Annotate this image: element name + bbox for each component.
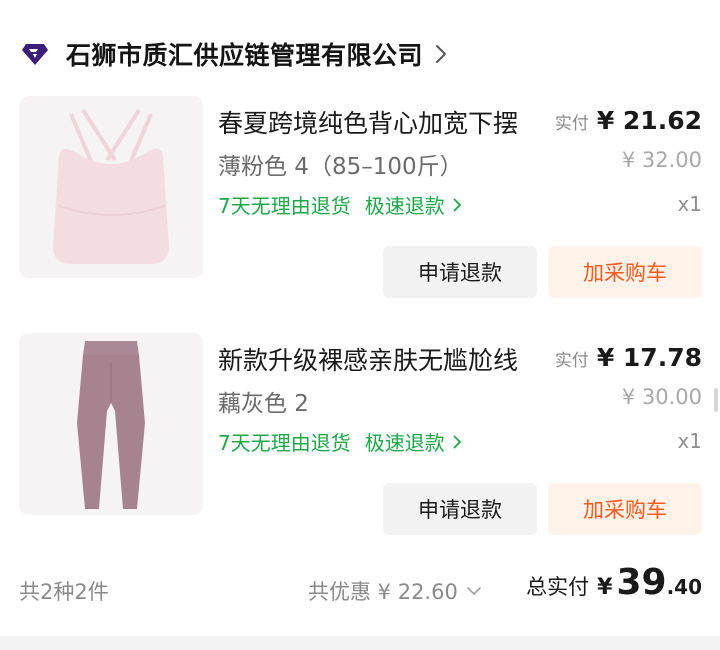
product-spec: 藕灰色 2 bbox=[218, 391, 309, 417]
paid-price: 实付 ¥ 21.62 bbox=[555, 106, 702, 135]
quantity: x1 bbox=[677, 192, 702, 216]
shop-header[interactable]: 石狮市质汇供应链管理有限公司 bbox=[18, 34, 451, 74]
scrollbar[interactable] bbox=[714, 388, 718, 412]
fast-refund-label: 极速退款 bbox=[364, 431, 445, 455]
paid-amount: ¥ 21.62 bbox=[596, 106, 702, 135]
divider bbox=[0, 636, 720, 650]
add-to-cart-button[interactable]: 加采购车 bbox=[548, 246, 702, 298]
product-item: 新款升级裸感亲肤无尴尬线 藕灰色 2 7天无理由退货 极速退款 实付 ¥ 17.… bbox=[0, 333, 720, 563]
total-label: 总实付 bbox=[526, 575, 590, 599]
paid-label: 实付 bbox=[554, 351, 589, 371]
shop-logo-icon bbox=[18, 37, 52, 71]
discount-amount: 共优惠 ¥ 22.60 bbox=[308, 580, 458, 604]
discount-detail[interactable]: 共优惠 ¥ 22.60 bbox=[308, 576, 482, 606]
chevron-right-icon bbox=[453, 198, 462, 212]
chevron-down-icon bbox=[466, 586, 482, 596]
paid-amount: ¥ 17.78 bbox=[596, 343, 702, 372]
product-spec: 薄粉色 4（85–100斤） bbox=[218, 154, 463, 180]
item-count: 共2种2件 bbox=[19, 580, 109, 604]
product-title[interactable]: 春夏跨境纯色背心加宽下摆 bbox=[218, 104, 558, 140]
paid-price: 实付 ¥ 17.78 bbox=[555, 343, 702, 372]
quantity: x1 bbox=[677, 429, 702, 453]
product-image-sports-bra[interactable] bbox=[19, 96, 203, 278]
chevron-right-icon bbox=[435, 43, 451, 65]
order-summary: 共2种2件 共优惠 ¥ 22.60 总实付 ¥ 39 .40 bbox=[0, 560, 720, 620]
original-price: ¥ 32.00 bbox=[621, 148, 702, 172]
original-price: ¥ 30.00 bbox=[621, 385, 702, 409]
paid-label: 实付 bbox=[554, 114, 589, 134]
service-guarantee-link[interactable]: 7天无理由退货 极速退款 bbox=[218, 190, 462, 219]
return-policy-label: 7天无理由退货 bbox=[218, 431, 351, 455]
total-paid: 总实付 ¥ 39 .40 bbox=[526, 562, 702, 603]
apply-refund-button[interactable]: 申请退款 bbox=[383, 246, 537, 298]
chevron-right-icon bbox=[453, 435, 462, 449]
fast-refund-label: 极速退款 bbox=[364, 194, 445, 218]
product-title[interactable]: 新款升级裸感亲肤无尴尬线 bbox=[218, 341, 558, 377]
return-policy-label: 7天无理由退货 bbox=[218, 194, 351, 218]
total-decimal: .40 bbox=[666, 575, 702, 599]
add-to-cart-button[interactable]: 加采购车 bbox=[548, 483, 702, 535]
shop-name[interactable]: 石狮市质汇供应链管理有限公司 bbox=[66, 36, 423, 72]
product-image-leggings[interactable] bbox=[19, 333, 203, 515]
total-currency: ¥ bbox=[597, 575, 613, 600]
total-integer: 39 bbox=[616, 562, 667, 603]
apply-refund-button[interactable]: 申请退款 bbox=[383, 483, 537, 535]
service-guarantee-link[interactable]: 7天无理由退货 极速退款 bbox=[218, 427, 462, 456]
product-item: 春夏跨境纯色背心加宽下摆 薄粉色 4（85–100斤） 7天无理由退货 极速退款… bbox=[0, 96, 720, 326]
